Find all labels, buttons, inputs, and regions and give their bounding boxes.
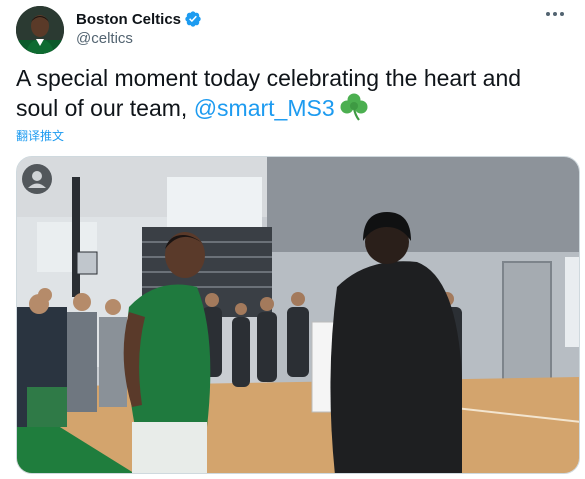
- dot: [553, 12, 557, 16]
- author-names: Boston Celtics @celtics: [76, 8, 202, 47]
- tweet-header: Boston Celtics @celtics: [16, 4, 569, 54]
- tweet-text: A special moment today celebrating the h…: [16, 64, 564, 123]
- dot: [546, 12, 550, 16]
- author-display-name[interactable]: Boston Celtics: [76, 11, 181, 28]
- court-photo: [17, 157, 579, 473]
- verified-badge-icon: [185, 11, 201, 27]
- shamrock-icon: [340, 93, 368, 121]
- avatar-image: [16, 6, 64, 54]
- mention-link[interactable]: @smart_MS3: [194, 95, 335, 121]
- tweet-media-photo[interactable]: [16, 156, 580, 474]
- dot: [560, 12, 564, 16]
- author-handle[interactable]: @celtics: [76, 30, 202, 47]
- more-options-icon[interactable]: [543, 4, 567, 24]
- avatar[interactable]: [16, 6, 64, 54]
- translate-tweet-link[interactable]: 翻译推文: [16, 127, 64, 144]
